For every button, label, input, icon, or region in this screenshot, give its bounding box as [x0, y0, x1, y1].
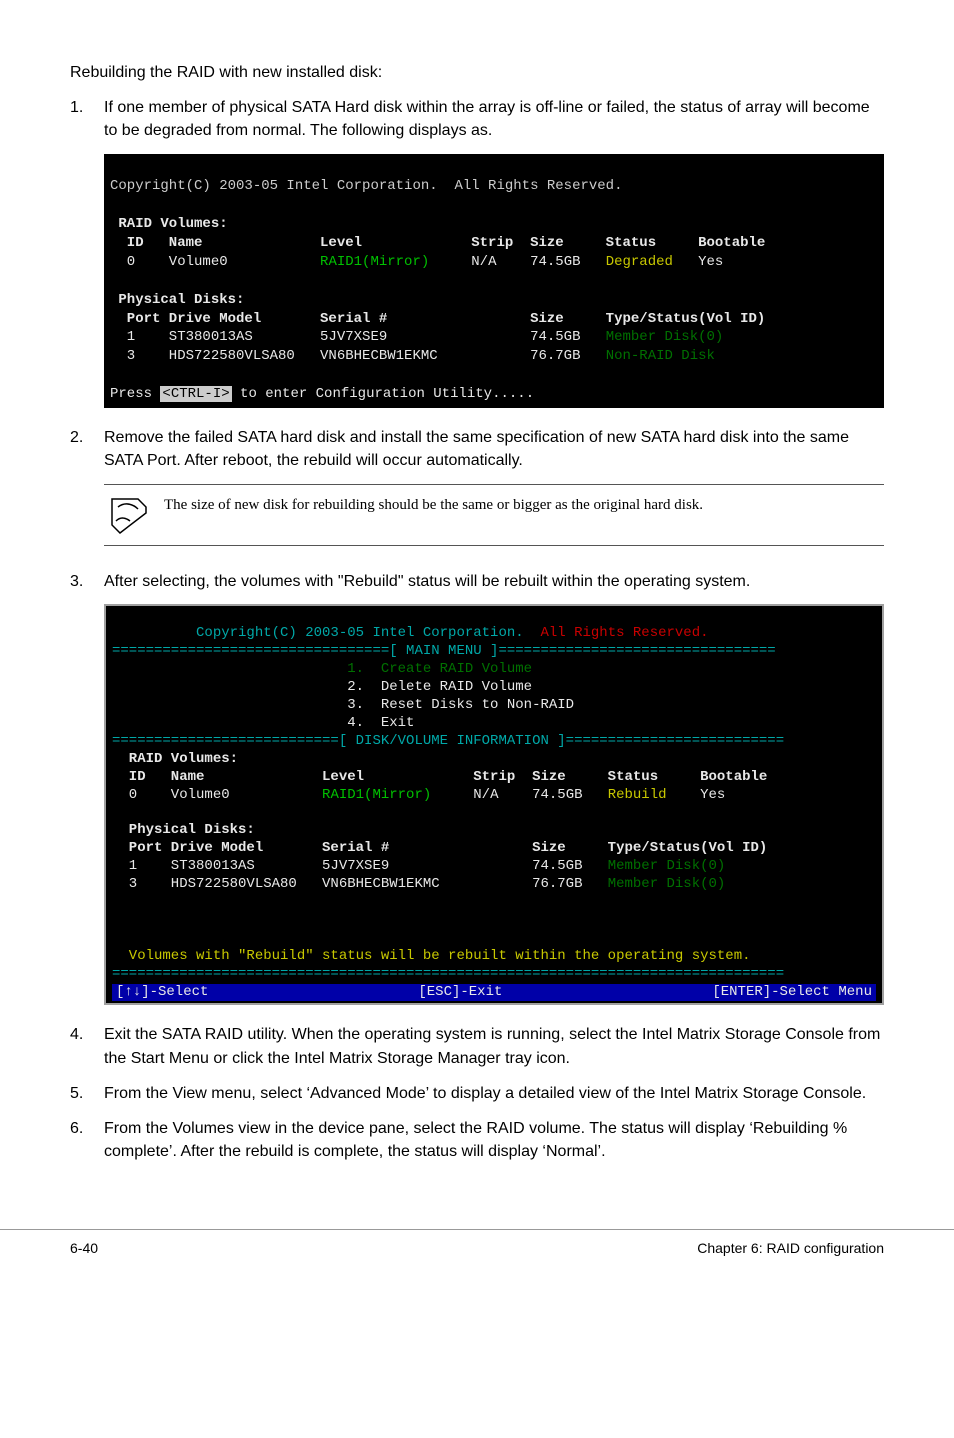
menu-exit[interactable]: 4. Exit	[112, 715, 414, 731]
note-text: The size of new disk for rebuilding shou…	[164, 495, 703, 516]
page-number: 6-40	[70, 1240, 98, 1256]
step-number: 5.	[70, 1082, 104, 1105]
hand-note-icon	[108, 495, 150, 535]
bottom-key-bar: [↑↓]-Select [ESC]-Exit [ENTER]-Select Menu	[112, 984, 876, 1002]
disk-row-3: 3 HDS722580VLSA80 VN6BHECBW1EKMC 76.7GB …	[112, 876, 725, 892]
raid-volumes-header: RAID Volumes:	[112, 751, 238, 767]
physical-disks-columns: Port Drive Model Serial # Size Type/Stat…	[110, 311, 765, 327]
step-text: After selecting, the volumes with "Rebui…	[104, 570, 884, 593]
step-5: 5. From the View menu, select ‘Advanced …	[70, 1082, 884, 1105]
disk-row-1: 1 ST380013AS 5JV7XSE9 74.5GB Member Disk…	[110, 329, 723, 345]
bios-screen-rebuild: Copyright(C) 2003-05 Intel Corporation. …	[104, 604, 884, 1006]
chapter-title: Chapter 6: RAID configuration	[697, 1240, 884, 1256]
section-divider-top: =================================[ MAIN …	[112, 643, 776, 659]
bios-screen-degraded: Copyright(C) 2003-05 Intel Corporation. …	[104, 154, 884, 408]
step-2: 2. Remove the failed SATA hard disk and …	[70, 426, 884, 472]
note-box: The size of new disk for rebuilding shou…	[104, 484, 884, 546]
copyright-line: Copyright(C) 2003-05 Intel Corporation. …	[110, 178, 622, 194]
raid-volumes-header: RAID Volumes:	[110, 216, 228, 232]
key-esc-exit[interactable]: [ESC]-Exit	[418, 984, 502, 1002]
section-divider-mid: ===========================[ DISK/VOLUME…	[112, 733, 784, 749]
menu-reset-disks[interactable]: 3. Reset Disks to Non-RAID	[112, 697, 574, 713]
raid-volumes-columns: ID Name Level Strip Size Status Bootable	[112, 769, 767, 785]
step-number: 4.	[70, 1023, 104, 1069]
step-text: Remove the failed SATA hard disk and ins…	[104, 426, 884, 472]
volume-row-0: 0 Volume0 RAID1(Mirror) N/A 74.5GB Rebui…	[112, 787, 725, 803]
ctrl-i-key[interactable]: <CTRL-I>	[160, 386, 231, 402]
step-text: Exit the SATA RAID utility. When the ope…	[104, 1023, 884, 1069]
disk-row-1: 1 ST380013AS 5JV7XSE9 74.5GB Member Disk…	[112, 858, 725, 874]
key-select-arrows[interactable]: [↑↓]-Select	[116, 984, 208, 1002]
step-number: 3.	[70, 570, 104, 593]
step-6: 6. From the Volumes view in the device p…	[70, 1117, 884, 1163]
section-heading: Rebuilding the RAID with new installed d…	[70, 64, 884, 82]
physical-disks-header: Physical Disks:	[110, 292, 244, 308]
raid-volumes-columns: ID Name Level Strip Size Status Bootable	[110, 235, 765, 251]
step-3: 3. After selecting, the volumes with "Re…	[70, 570, 884, 593]
step-text: From the Volumes view in the device pane…	[104, 1117, 884, 1163]
step-number: 1.	[70, 96, 104, 142]
physical-disks-header: Physical Disks:	[112, 822, 255, 838]
step-1: 1. If one member of physical SATA Hard d…	[70, 96, 884, 142]
step-text: If one member of physical SATA Hard disk…	[104, 96, 884, 142]
copyright-line: Copyright(C) 2003-05 Intel Corporation. …	[112, 625, 709, 641]
menu-delete-raid[interactable]: 2. Delete RAID Volume	[112, 679, 532, 695]
step-4: 4. Exit the SATA RAID utility. When the …	[70, 1023, 884, 1069]
physical-disks-columns: Port Drive Model Serial # Size Type/Stat…	[112, 840, 767, 856]
menu-create-raid[interactable]: 1. Create RAID Volume	[112, 661, 532, 677]
press-ctrl-i: Press <CTRL-I> to enter Configuration Ut…	[110, 386, 534, 402]
step-number: 6.	[70, 1117, 104, 1163]
volume-row-0: 0 Volume0 RAID1(Mirror) N/A 74.5GB Degra…	[110, 254, 723, 270]
step-text: From the View menu, select ‘Advanced Mod…	[104, 1082, 884, 1105]
disk-row-3: 3 HDS722580VLSA80 VN6BHECBW1EKMC 76.7GB …	[110, 348, 715, 364]
key-enter-select[interactable]: [ENTER]-Select Menu	[712, 984, 872, 1002]
page-footer: 6-40 Chapter 6: RAID configuration	[0, 1229, 954, 1256]
step-number: 2.	[70, 426, 104, 472]
rebuild-message: Volumes with "Rebuild" status will be re…	[112, 948, 751, 964]
